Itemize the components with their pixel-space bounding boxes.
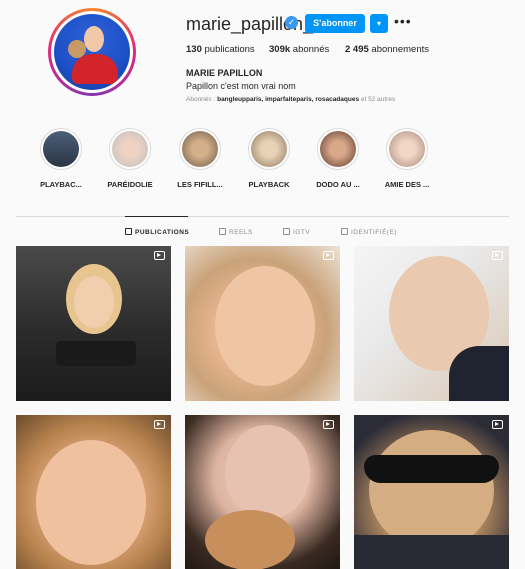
reel-icon: [492, 251, 503, 260]
post-tile[interactable]: [354, 246, 509, 401]
reel-icon: [323, 420, 334, 429]
highlight-item[interactable]: PARÉIDOLIE: [100, 128, 160, 189]
profile-tabs: PUBLICATIONS REELS IGTV IDENTIFIÉ(E): [0, 228, 525, 240]
post-tile[interactable]: [354, 415, 509, 569]
suggested-dropdown-button[interactable]: ▾: [370, 14, 388, 33]
tab-reels[interactable]: REELS: [219, 228, 253, 236]
highlight-item[interactable]: LES FIFILL...: [170, 128, 230, 189]
tab-tagged[interactable]: IDENTIFIÉ(E): [341, 228, 397, 236]
reel-icon: [154, 420, 165, 429]
more-options-icon[interactable]: •••: [394, 13, 412, 29]
tab-publications[interactable]: PUBLICATIONS: [125, 228, 189, 236]
followed-by-text[interactable]: Abonnés : bangleupparis, imparfaiteparis…: [186, 96, 395, 103]
tabs-divider: [16, 216, 509, 217]
highlight-item[interactable]: DODO AU ...: [308, 128, 368, 189]
reel-icon: [492, 420, 503, 429]
active-tab-indicator: [125, 216, 188, 217]
highlight-item[interactable]: AMIE DES ...: [377, 128, 437, 189]
reels-icon: [219, 228, 226, 235]
grid-icon: [125, 228, 132, 235]
verified-badge-icon: ✓: [285, 16, 298, 29]
post-tile[interactable]: [16, 415, 171, 569]
reel-icon: [323, 251, 334, 260]
reel-icon: [154, 251, 165, 260]
stat-following[interactable]: 2 495 abonnements: [345, 44, 429, 55]
profile-avatar[interactable]: [48, 8, 136, 96]
igtv-icon: [283, 228, 290, 235]
story-highlights: PLAYBAC... PARÉIDOLIE LES FIFILL... PLAY…: [0, 128, 525, 196]
stat-followers[interactable]: 309k abonnés: [269, 44, 329, 55]
highlight-item[interactable]: PLAYBAC...: [31, 128, 91, 189]
tagged-icon: [341, 228, 348, 235]
tab-igtv[interactable]: IGTV: [283, 228, 310, 236]
post-tile[interactable]: [16, 246, 171, 401]
follow-button[interactable]: S'abonner: [305, 14, 365, 33]
profile-header: marie_papillon_ ✓ S'abonner ▾ ••• 130 pu…: [0, 0, 525, 120]
profile-bio: Papillon c'est mon vrai nom: [186, 81, 296, 91]
post-tile[interactable]: [185, 415, 340, 569]
profile-full-name: MARIE PAPILLON: [186, 68, 263, 78]
post-tile[interactable]: [185, 246, 340, 401]
stat-publications: 130 publications: [186, 44, 255, 55]
highlight-item[interactable]: PLAYBACK: [239, 128, 299, 189]
